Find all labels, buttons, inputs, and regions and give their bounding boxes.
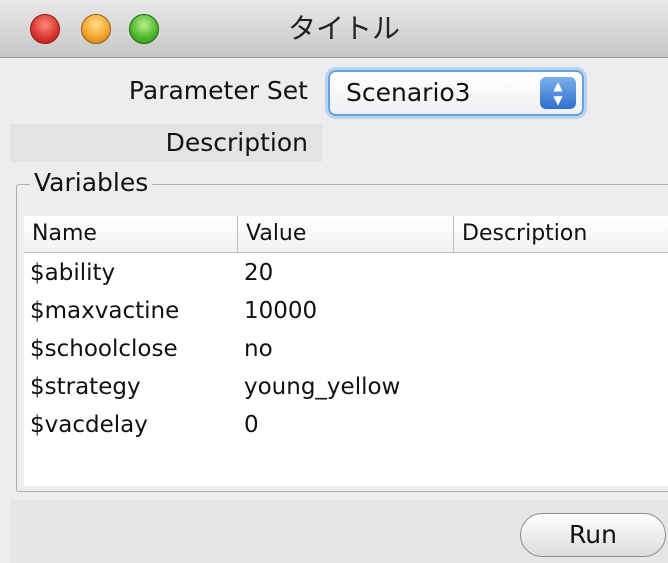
parameter-set-value: Scenario3 bbox=[346, 78, 471, 107]
variable-name: $strategy bbox=[30, 374, 141, 400]
variable-value: no bbox=[244, 336, 273, 362]
table-row[interactable]: $maxvactine 10000 bbox=[24, 292, 668, 330]
variable-value: 10000 bbox=[244, 298, 318, 324]
window-title: タイトル bbox=[287, 12, 400, 45]
variable-description bbox=[454, 406, 668, 444]
variables-table[interactable]: Name Value Description $ability 20 $maxv… bbox=[24, 216, 668, 486]
variable-value: 20 bbox=[244, 260, 274, 286]
variable-value: 0 bbox=[244, 412, 259, 438]
variable-description bbox=[454, 330, 668, 368]
variables-legend: Variables bbox=[30, 168, 153, 197]
column-header-value[interactable]: Value bbox=[238, 216, 454, 252]
variable-description bbox=[454, 368, 668, 406]
column-header-name[interactable]: Name bbox=[24, 216, 238, 252]
column-header-description[interactable]: Description bbox=[454, 216, 668, 252]
up-down-arrows-icon: ▲ ▼ bbox=[540, 77, 576, 109]
variable-value: young_yellow bbox=[244, 374, 401, 400]
table-row[interactable]: $schoolclose no bbox=[24, 330, 668, 368]
table-row[interactable]: $vacdelay 0 bbox=[24, 406, 668, 444]
table-header: Name Value Description bbox=[24, 216, 668, 253]
parameter-set-select[interactable]: Scenario3 ▲ ▼ bbox=[328, 70, 584, 116]
parameter-set-label: Parameter Set bbox=[128, 76, 308, 105]
table-row[interactable]: $strategy young_yellow bbox=[24, 368, 668, 406]
variable-name: $ability bbox=[30, 260, 116, 286]
variable-name: $vacdelay bbox=[30, 412, 148, 438]
variable-name: $schoolclose bbox=[30, 336, 178, 362]
variable-description bbox=[454, 292, 668, 330]
title-bar[interactable]: タイトル bbox=[0, 0, 668, 58]
variable-description bbox=[454, 254, 668, 292]
variable-name: $maxvactine bbox=[30, 298, 180, 324]
run-button[interactable]: Run bbox=[520, 513, 666, 557]
description-label: Description bbox=[165, 128, 308, 157]
table-row[interactable]: $ability 20 bbox=[24, 254, 668, 292]
